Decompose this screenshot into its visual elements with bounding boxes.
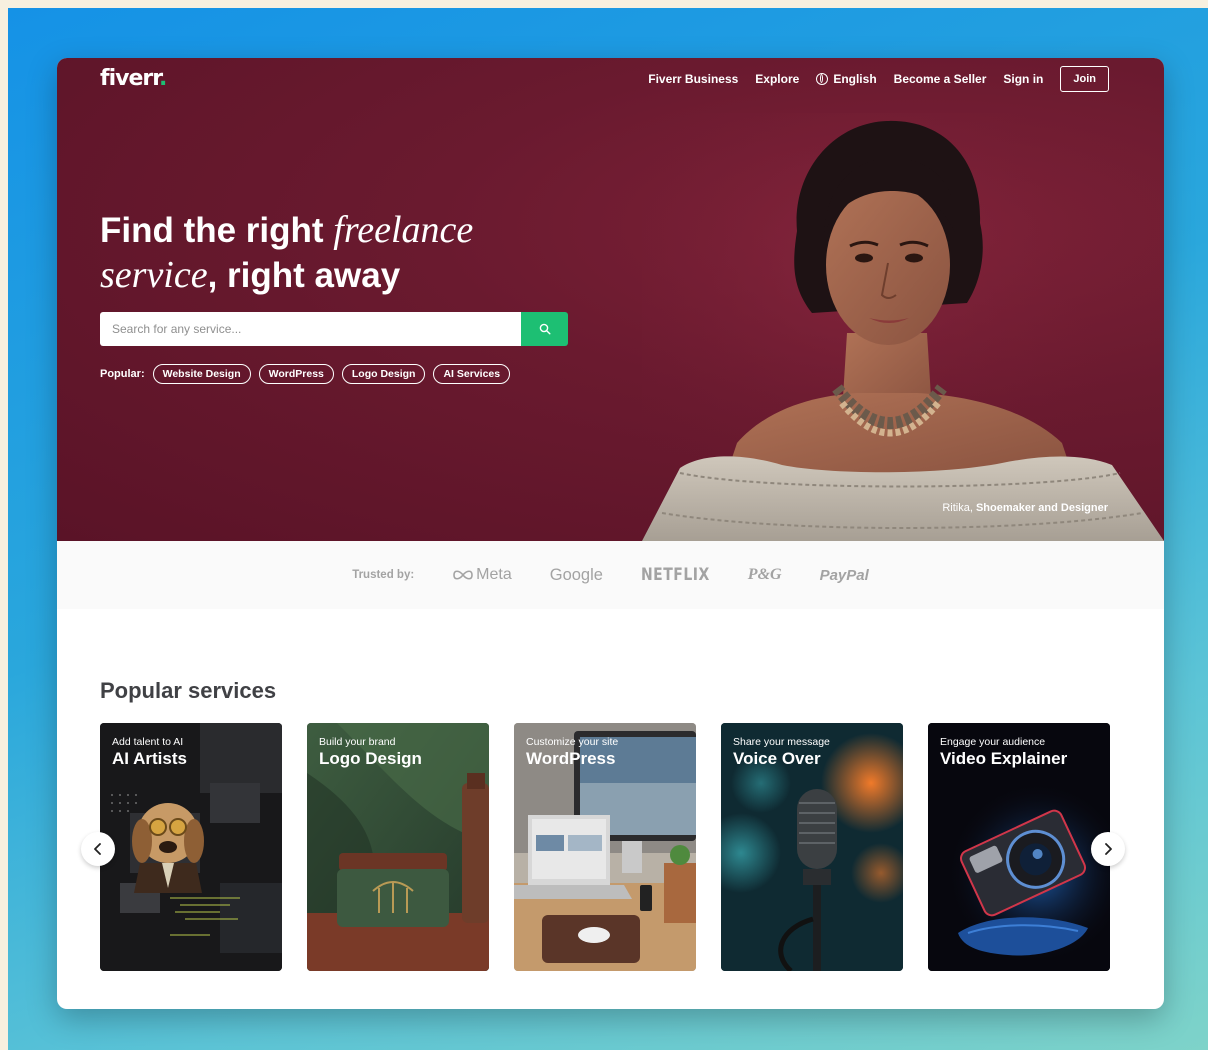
card-title: Voice Over xyxy=(733,749,821,768)
hero-caption: Ritika, Shoemaker and Designer xyxy=(942,502,1108,514)
search-bar xyxy=(100,312,568,346)
chevron-right-icon xyxy=(1105,843,1112,855)
paypal-logo: PayPal xyxy=(819,566,869,584)
headline-italic-2: service xyxy=(100,254,208,296)
globe-icon xyxy=(816,73,829,85)
card-title: WordPress xyxy=(526,749,616,768)
trusted-by-bar: Trusted by: Meta Google NETFLIX P&G PayP… xyxy=(57,541,1164,609)
card-subtitle: Customize your site xyxy=(526,736,619,748)
service-card-ai-artists[interactable]: Add talent to AI AI Artists xyxy=(100,723,282,971)
headline-text-1: Find the right xyxy=(100,211,334,250)
language-label: English xyxy=(833,72,877,86)
hero-portrait-image xyxy=(642,113,1164,541)
pg-logo: P&G xyxy=(747,566,782,583)
popular-chip[interactable]: WordPress xyxy=(258,364,334,384)
nav-language[interactable]: English xyxy=(816,72,877,86)
hero-headline: Find the right freelance service, right … xyxy=(100,208,473,298)
logo-text: fiverr xyxy=(100,66,160,91)
carousel-next-button[interactable] xyxy=(1091,832,1125,866)
card-title: Video Explainer xyxy=(940,749,1068,768)
meta-logo: Meta xyxy=(452,566,512,584)
card-subtitle: Engage your audience xyxy=(940,736,1046,748)
browser-window: fiverr. Fiverr Business Explore English … xyxy=(57,58,1164,1009)
chevron-left-icon xyxy=(94,843,101,855)
carousel-prev-button[interactable] xyxy=(81,832,115,866)
trusted-by-label: Trusted by: xyxy=(352,569,415,581)
card-subtitle: Add talent to AI xyxy=(112,736,184,748)
section-title: Popular services xyxy=(100,678,277,703)
hero-section: fiverr. Fiverr Business Explore English … xyxy=(57,58,1164,541)
service-card-logo-design[interactable]: Build your brand Logo Design xyxy=(307,723,489,971)
nav-explore[interactable]: Explore xyxy=(755,72,799,86)
card-subtitle: Share your message xyxy=(733,736,830,748)
popular-chip[interactable]: Logo Design xyxy=(341,364,426,384)
join-button[interactable]: Join xyxy=(1060,66,1109,92)
caption-role: Shoemaker and Designer xyxy=(975,502,1108,514)
google-logo: Google xyxy=(549,565,603,584)
caption-name: Ritika, xyxy=(942,502,976,514)
services-carousel: Add talent to AI AI Artists Build your b… xyxy=(100,723,1111,971)
popular-chip[interactable]: Website Design xyxy=(152,364,251,384)
logo-dot: . xyxy=(158,66,167,91)
service-card-video-explainer[interactable]: Engage your audience Video Explainer xyxy=(928,723,1110,971)
top-nav: Fiverr Business Explore English Become a… xyxy=(648,66,1109,92)
meta-logo-text: Meta xyxy=(476,566,512,583)
netflix-logo: NETFLIX xyxy=(640,565,710,585)
nav-become-seller[interactable]: Become a Seller xyxy=(894,72,987,86)
card-title: Logo Design xyxy=(319,749,422,768)
fiverr-logo[interactable]: fiverr. xyxy=(100,66,167,91)
meta-infinity-icon xyxy=(453,570,473,580)
popular-chip[interactable]: AI Services xyxy=(433,364,511,384)
search-button[interactable] xyxy=(521,312,568,346)
nav-sign-in[interactable]: Sign in xyxy=(1003,72,1043,86)
headline-text-2: , right away xyxy=(207,256,401,295)
headline-italic-1: freelance xyxy=(333,209,474,251)
card-title: AI Artists xyxy=(112,749,187,768)
popular-searches: Popular: Website Design WordPress Logo D… xyxy=(100,364,511,384)
search-input[interactable] xyxy=(100,312,521,346)
service-card-wordpress[interactable]: Customize your site WordPress xyxy=(514,723,696,971)
search-icon xyxy=(539,323,551,335)
card-subtitle: Build your brand xyxy=(319,736,396,748)
service-card-voice-over[interactable]: Share your message Voice Over xyxy=(721,723,903,971)
popular-label: Popular: xyxy=(100,368,145,380)
nav-fiverr-business[interactable]: Fiverr Business xyxy=(648,72,738,86)
